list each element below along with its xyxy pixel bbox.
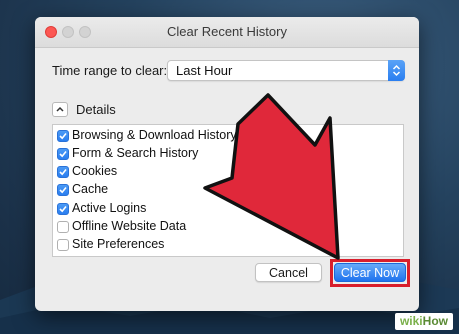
checkbox-form-search-history[interactable] bbox=[57, 148, 69, 160]
wikihow-watermark: wikiHow bbox=[394, 313, 453, 330]
list-item[interactable]: Cookies bbox=[53, 163, 403, 181]
checkbox-cookies[interactable] bbox=[57, 166, 69, 178]
cancel-button[interactable]: Cancel bbox=[255, 263, 322, 282]
history-items-list: Browsing & Download History Form & Searc… bbox=[52, 124, 404, 257]
time-range-label: Time range to clear: bbox=[52, 63, 168, 78]
details-label: Details bbox=[76, 102, 116, 117]
checkbox-browsing-history[interactable] bbox=[57, 130, 69, 142]
list-item-label: Active Logins bbox=[72, 201, 147, 215]
list-item-label: Offline Website Data bbox=[72, 219, 187, 233]
list-item-label: Cookies bbox=[72, 164, 118, 178]
chevron-up-icon bbox=[56, 106, 64, 112]
list-item[interactable]: Browsing & Download History bbox=[53, 127, 403, 145]
list-item[interactable]: Cache bbox=[53, 181, 403, 199]
list-item-label: Form & Search History bbox=[72, 146, 199, 160]
checkmark-icon bbox=[59, 168, 67, 176]
list-item[interactable]: Site Preferences bbox=[53, 236, 403, 254]
watermark-brand: wiki bbox=[399, 314, 423, 328]
list-item-label: Cache bbox=[72, 182, 109, 196]
checkbox-active-logins[interactable] bbox=[57, 203, 69, 215]
title-bar: Clear Recent History bbox=[35, 17, 419, 48]
dialog-title: Clear Recent History bbox=[167, 24, 287, 39]
list-item-label: Browsing & Download History bbox=[72, 128, 237, 142]
checkmark-icon bbox=[59, 150, 67, 158]
checkbox-site-preferences[interactable] bbox=[57, 239, 69, 251]
list-item[interactable]: Offline Website Data bbox=[53, 218, 403, 236]
checkbox-cache[interactable] bbox=[57, 184, 69, 196]
checkbox-offline-website-data[interactable] bbox=[57, 221, 69, 233]
checkmark-icon bbox=[59, 132, 67, 140]
list-item-label: Site Preferences bbox=[72, 237, 165, 251]
time-range-value: Last Hour bbox=[176, 63, 233, 78]
details-disclosure-button[interactable] bbox=[52, 102, 68, 117]
watermark-suffix: How bbox=[422, 314, 448, 328]
clear-now-button[interactable]: Clear Now bbox=[334, 263, 406, 282]
time-range-select[interactable]: Last Hour bbox=[167, 60, 405, 81]
checkmark-icon bbox=[59, 205, 67, 213]
list-item[interactable]: Form & Search History bbox=[53, 145, 403, 163]
clear-history-dialog: Clear Recent History Time range to clear… bbox=[35, 17, 419, 311]
select-stepper-icon bbox=[388, 60, 405, 81]
list-item[interactable]: Active Logins bbox=[53, 200, 403, 218]
checkmark-icon bbox=[59, 186, 67, 194]
